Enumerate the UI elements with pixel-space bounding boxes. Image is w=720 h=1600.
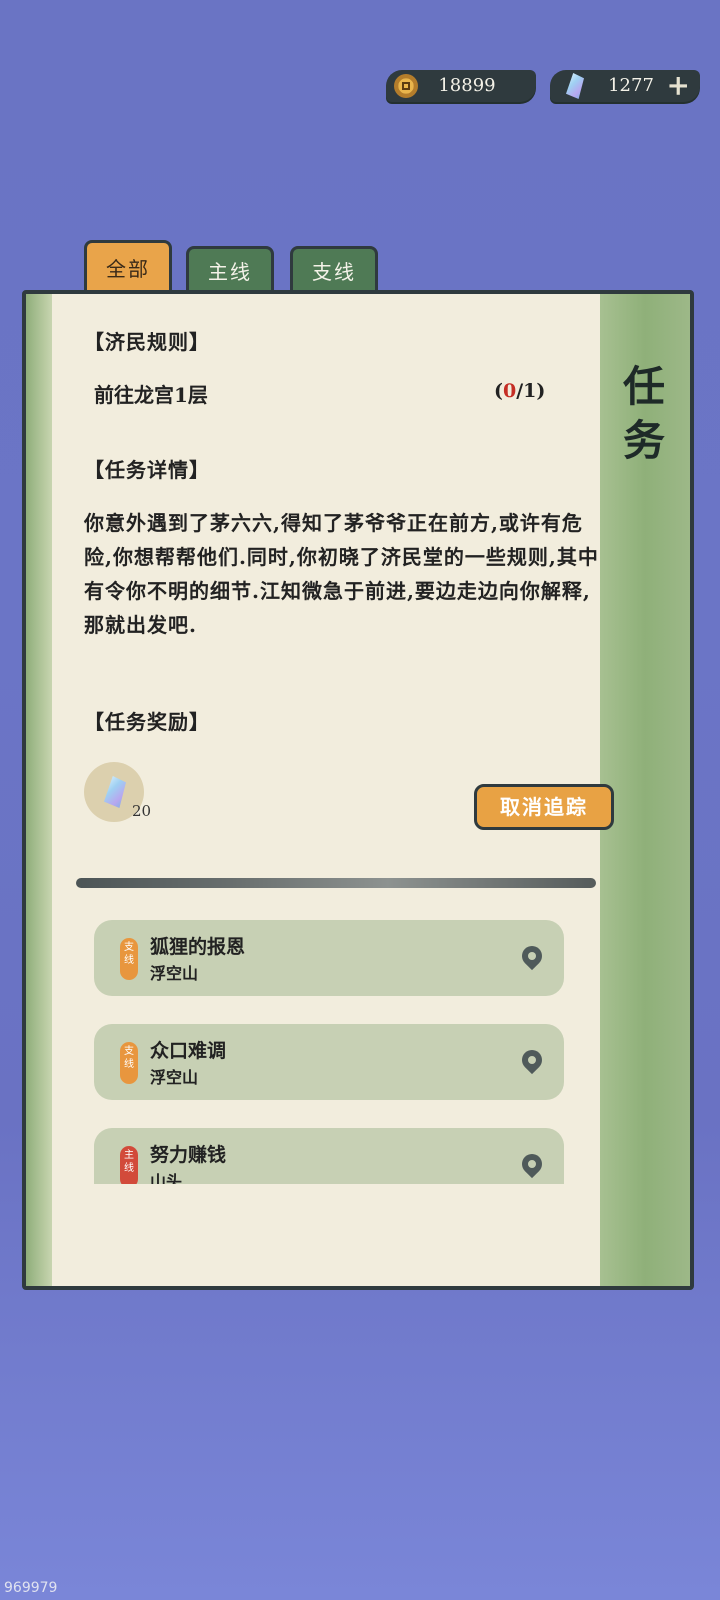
quest-list[interactable]: 支线 狐狸的报恩 浮空山 支线 众口难调 浮空山 主线 努力赚钱 山头 (94, 920, 564, 1184)
map-pin-icon[interactable] (517, 1045, 547, 1075)
tab-all[interactable]: 全部 (84, 240, 172, 292)
panel-title: 任务 (622, 362, 665, 465)
gem-icon (104, 776, 126, 808)
panel-scroll-edge (26, 294, 52, 1286)
list-item[interactable]: 支线 众口难调 浮空山 (94, 1024, 564, 1100)
coin-counter: 18899 (386, 70, 536, 102)
coin-value: 18899 (438, 75, 496, 96)
quest-type-badge: 主线 (120, 1146, 138, 1184)
quest-location: 山头 (150, 1172, 183, 1184)
untrack-button[interactable]: 取消追踪 (474, 784, 614, 830)
objective-progress: (0/1) (494, 380, 546, 402)
list-item[interactable]: 支线 狐狸的报恩 浮空山 (94, 920, 564, 996)
quest-location: 浮空山 (150, 1068, 199, 1087)
quest-type-badge: 支线 (120, 938, 138, 980)
quest-title: 众口难调 (150, 1040, 227, 1062)
quest-panel: 任务 【济民规则】 前往龙宫1层 (0/1) 【任务详情】 你意外遇到了茅六六,… (22, 290, 694, 1290)
quest-title: 狐狸的报恩 (150, 936, 246, 958)
coin-icon (394, 74, 418, 98)
reward-item[interactable]: 20 (84, 762, 151, 822)
progress-total: /1 (516, 380, 537, 402)
watermark: 969979 (4, 1580, 58, 1596)
ink-divider (76, 878, 596, 888)
quest-type-badge: 支线 (120, 1042, 138, 1084)
objective-text: 前往龙宫1层 (94, 383, 208, 407)
gem-counter: 1277 + (550, 70, 700, 102)
map-pin-icon[interactable] (517, 941, 547, 971)
quest-title: 努力赚钱 (150, 1144, 227, 1166)
tab-main[interactable]: 主线 (186, 246, 274, 292)
add-gems-button[interactable]: + (667, 70, 690, 102)
quest-description: 你意外遇到了茅六六,得知了茅爷爷正在前方,或许有危险,你想帮帮他们.同时,你初晓… (84, 511, 599, 637)
reward-count: 20 (132, 802, 152, 820)
quest-location: 浮空山 (150, 964, 199, 983)
progress-done: 0 (503, 380, 517, 402)
list-item[interactable]: 主线 努力赚钱 山头 (94, 1128, 564, 1184)
tab-side[interactable]: 支线 (290, 246, 378, 292)
gem-value: 1277 (608, 75, 654, 96)
reward-heading: 【任务奖励】 (84, 710, 210, 734)
detail-heading: 【任务详情】 (84, 458, 210, 482)
gem-icon (566, 73, 584, 99)
map-pin-icon[interactable] (517, 1149, 547, 1179)
rule-heading: 【济民规则】 (84, 330, 210, 354)
